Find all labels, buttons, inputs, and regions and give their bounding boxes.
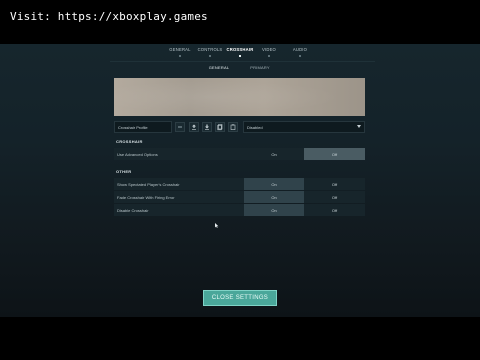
setting-label: Fade Crosshair With Firing Error [114,191,244,203]
profile-dropdown[interactable]: Disabled [243,121,365,133]
subtab-primary[interactable]: PRIMARY [240,65,280,70]
paste-icon [230,124,236,130]
option-off[interactable]: Off [304,178,365,190]
video-bottom-bar [0,317,480,360]
tab-controls-label: CONTROLS [197,47,223,52]
setting-label: Disable Crosshair [114,204,244,216]
option-on[interactable]: On [244,191,304,203]
section-title-crosshair: CROSSHAIR [116,139,143,144]
tab-indicator-dot [209,55,211,57]
chevron-down-icon [357,125,361,128]
close-settings-button[interactable]: CLOSE SETTINGS [203,290,277,306]
tab-video-label: VIDEO [261,47,277,52]
paste-profile-button[interactable] [228,122,238,132]
download-profile-button[interactable] [202,122,212,132]
profile-row: Crosshair Profile Disabled [114,121,365,133]
setting-row-spectated-crosshair: Show Spectated Player's Crosshair On Off [114,178,365,190]
setting-row-fade-crosshair: Fade Crosshair With Firing Error On Off [114,191,365,203]
option-off[interactable]: Off [304,148,365,160]
crosshair-profile-field[interactable]: Crosshair Profile [114,121,172,133]
upload-icon [192,124,196,130]
copy-icon [217,124,223,131]
option-off[interactable]: Off [304,191,365,203]
section-title-other: OTHER [116,169,132,174]
setting-row-advanced-options: Use Advanced Options On Off [114,148,365,160]
download-icon [205,124,209,130]
tab-indicator-dot [299,55,301,57]
crosshair-preview [114,78,365,116]
upload-profile-button[interactable] [189,122,199,132]
profile-action-button[interactable] [175,122,185,132]
tab-indicator-dot [268,55,270,57]
option-on[interactable]: On [244,148,304,160]
nav-divider [110,61,375,62]
tab-audio[interactable]: AUDIO [280,47,320,57]
settings-sub-nav: GENERAL PRIMARY [0,65,480,75]
mouse-cursor-icon [215,223,219,228]
copy-profile-button[interactable] [215,122,225,132]
setting-label: Show Spectated Player's Crosshair [114,178,244,190]
setting-row-disable-crosshair: Disable Crosshair On Off [114,204,365,216]
watermark-text: Visit: https://xboxplay.games [10,10,208,23]
settings-main-nav: GENERAL CONTROLS CROSSHAIR VIDEO AUDIO [0,47,480,62]
tab-audio-label: AUDIO [292,47,308,52]
option-off[interactable]: Off [304,204,365,216]
tab-indicator-dot [239,55,241,57]
option-on[interactable]: On [244,204,304,216]
option-on[interactable]: On [244,178,304,190]
tab-general-label: GENERAL [169,47,191,52]
subtab-general[interactable]: GENERAL [199,65,239,70]
profile-dropdown-value: Disabled [247,125,263,130]
tab-indicator-dot [179,55,181,57]
dash-icon [178,126,182,128]
settings-screen: GENERAL CONTROLS CROSSHAIR VIDEO AUDIO G… [0,44,480,317]
video-top-bar: Visit: https://xboxplay.games [0,0,480,44]
setting-label: Use Advanced Options [114,148,244,160]
